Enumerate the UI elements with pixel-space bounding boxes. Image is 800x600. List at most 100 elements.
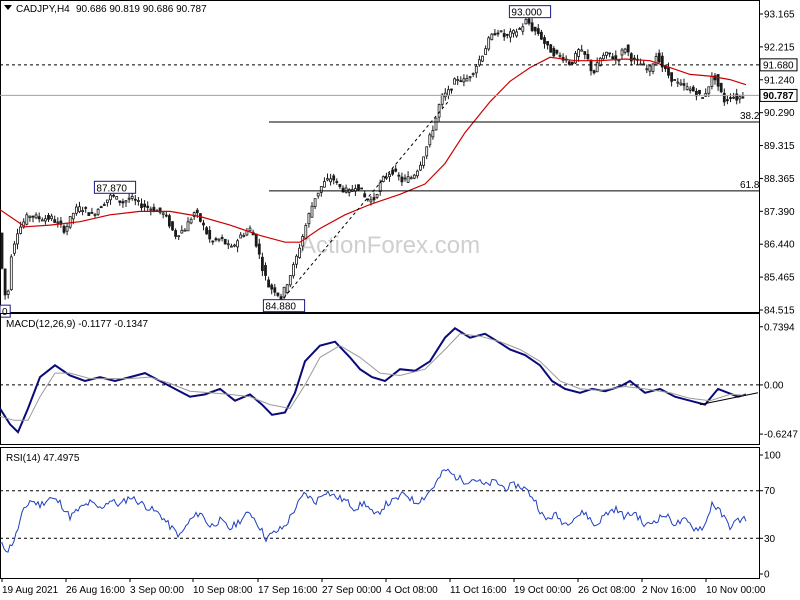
candle-body bbox=[81, 210, 84, 212]
candle-body bbox=[484, 48, 488, 55]
candle-body bbox=[84, 207, 88, 209]
candle-body bbox=[236, 240, 240, 248]
candle-body bbox=[397, 174, 401, 177]
candle-body bbox=[220, 237, 224, 239]
candle-body bbox=[68, 216, 72, 228]
candle-body bbox=[161, 212, 165, 215]
candle-body bbox=[189, 218, 193, 224]
candle-body bbox=[589, 59, 593, 72]
candle-body bbox=[518, 28, 522, 30]
rsi-axis: 100 70 30 0 bbox=[759, 451, 781, 581]
candle-body bbox=[360, 187, 364, 190]
time-tick-label: 10 Nov 00:00 bbox=[706, 585, 766, 596]
candle-body bbox=[198, 213, 202, 222]
candle-body bbox=[722, 92, 726, 103]
candle-body bbox=[394, 168, 398, 172]
candle-body bbox=[428, 134, 432, 146]
rsi-tick-label: 0 bbox=[764, 570, 770, 581]
candle-body bbox=[400, 176, 404, 183]
candle-body bbox=[75, 206, 78, 214]
candle-body bbox=[679, 82, 683, 86]
candle-body bbox=[363, 193, 367, 198]
candle-body bbox=[99, 206, 103, 209]
candle-body bbox=[471, 73, 475, 75]
price-tick-label: 87.390 bbox=[764, 207, 795, 218]
candle-body bbox=[732, 96, 735, 99]
chart-window: ActionForex.com 38.2 61.8 93.000 87.870 84.8… bbox=[0, 0, 800, 600]
candle-body bbox=[115, 196, 119, 200]
candle-body bbox=[540, 31, 543, 40]
candle-body bbox=[270, 284, 274, 290]
candle-body bbox=[670, 72, 673, 82]
candle-body bbox=[468, 76, 472, 79]
candle-body bbox=[233, 244, 236, 247]
candle-body bbox=[133, 198, 137, 201]
macd-main-line bbox=[0, 327, 747, 434]
candle-body bbox=[453, 78, 457, 85]
candle-body bbox=[422, 156, 426, 166]
price-overlays: 38.2 61.8 93.000 87.870 84.880 0 bbox=[0, 5, 760, 318]
candle-body bbox=[37, 216, 41, 220]
candle-body bbox=[676, 81, 680, 84]
candle-body bbox=[546, 41, 549, 46]
macd-title: MACD(12,26,9) -0.1177 -0.1347 bbox=[6, 319, 149, 330]
time-tick-label: 4 Oct 08:00 bbox=[386, 585, 438, 596]
candle-body bbox=[248, 227, 252, 232]
candle-body bbox=[9, 256, 13, 290]
macd-tick-label: 0.7394 bbox=[764, 322, 795, 333]
candle-body bbox=[481, 55, 484, 62]
price-tick-label: 89.315 bbox=[764, 141, 795, 152]
symbol-label: CADJPY,H4 bbox=[16, 4, 70, 15]
candle-body bbox=[183, 229, 187, 232]
candle-body bbox=[295, 255, 298, 265]
candle-body bbox=[577, 49, 580, 57]
price-tick-label: 90.290 bbox=[764, 108, 795, 119]
candle-body bbox=[412, 174, 416, 179]
candle-body bbox=[549, 44, 553, 53]
candle-body bbox=[0, 232, 4, 269]
candle-body bbox=[626, 44, 630, 53]
candle-body bbox=[499, 30, 503, 33]
candle-body bbox=[623, 48, 627, 53]
collapse-triangle-icon[interactable] bbox=[4, 5, 12, 10]
macd-tick-label: 0.00 bbox=[764, 380, 784, 391]
candle-body bbox=[78, 206, 81, 213]
candle-body bbox=[450, 88, 453, 91]
candle-body bbox=[28, 215, 32, 218]
candle-body bbox=[282, 286, 286, 298]
candle-body bbox=[357, 184, 360, 191]
candle-body bbox=[186, 221, 190, 232]
candle-body bbox=[555, 49, 559, 54]
candle-body bbox=[149, 208, 153, 211]
candle-body bbox=[552, 48, 556, 57]
candle-body bbox=[180, 229, 184, 234]
candle-body bbox=[654, 56, 658, 66]
candle-body bbox=[62, 225, 66, 233]
candle-body bbox=[415, 170, 419, 177]
candle-body bbox=[502, 33, 506, 38]
candle-body bbox=[96, 208, 100, 215]
candle-body bbox=[456, 79, 460, 81]
candle-body bbox=[87, 212, 91, 216]
candle-body bbox=[143, 203, 147, 208]
candle-body bbox=[434, 117, 438, 131]
candle-body bbox=[691, 86, 695, 92]
candle-body bbox=[109, 194, 112, 201]
candle-body bbox=[707, 86, 711, 94]
candle-body bbox=[31, 215, 35, 218]
candle-body bbox=[595, 62, 599, 73]
candle-body bbox=[16, 233, 19, 245]
candle-body bbox=[571, 61, 574, 65]
candle-body bbox=[291, 264, 295, 277]
price-level-label: 91.680 bbox=[763, 60, 794, 71]
candle-body bbox=[313, 198, 317, 208]
candle-body bbox=[620, 49, 624, 56]
candle-body bbox=[512, 29, 515, 34]
time-tick-label: 27 Sep 00:00 bbox=[322, 585, 382, 596]
ohlc-label: 90.686 90.819 90.686 90.787 bbox=[76, 4, 207, 15]
candle-body bbox=[56, 221, 60, 224]
candle-body bbox=[477, 59, 481, 66]
candle-body bbox=[47, 215, 50, 220]
candle-body bbox=[667, 67, 670, 76]
candle-body bbox=[338, 183, 342, 188]
